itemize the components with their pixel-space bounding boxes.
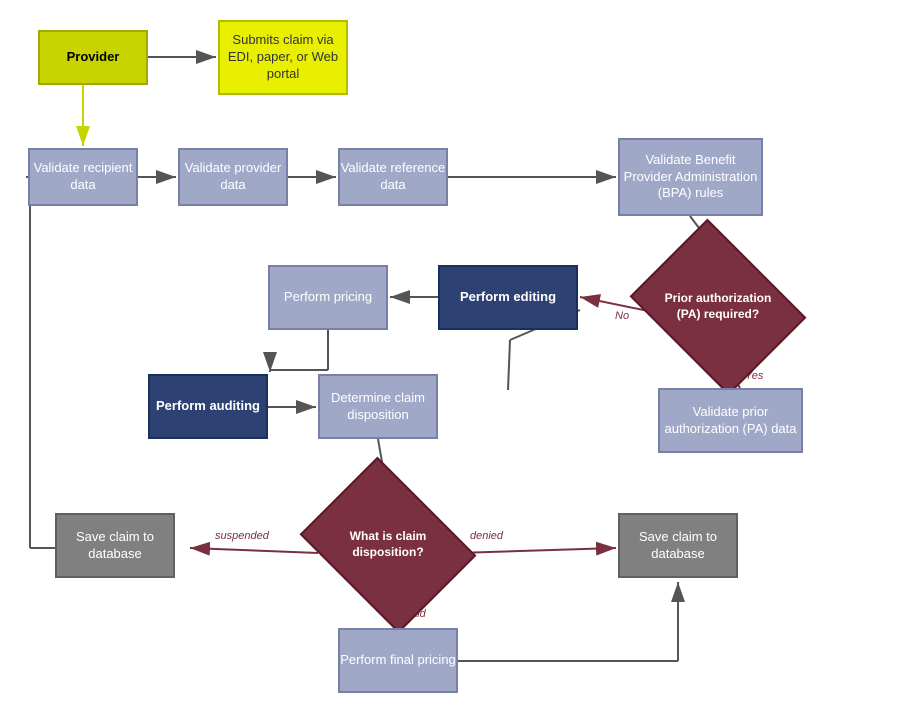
perform-editing-node: Perform editing	[438, 265, 578, 330]
validate-recipient-label: Validate recipient data	[30, 160, 136, 194]
save-suspended-label: Save claim to database	[57, 529, 173, 563]
validate-reference-node: Validate reference data	[338, 148, 448, 206]
perform-auditing-label: Perform auditing	[156, 398, 260, 415]
perform-pricing-node: Perform pricing	[268, 265, 388, 330]
validate-pa-label: Validate prior authorization (PA) data	[660, 404, 801, 438]
validate-provider-node: Validate provider data	[178, 148, 288, 206]
validate-recipient-node: Validate recipient data	[28, 148, 138, 206]
flowchart-diagram: No Yes suspended denied paid Provider Su…	[0, 0, 898, 724]
perform-editing-label: Perform editing	[460, 289, 556, 306]
prior-auth-label: Prior authorization (PA) required?	[648, 287, 788, 326]
perform-pricing-label: Perform pricing	[284, 289, 372, 306]
validate-provider-label: Validate provider data	[180, 160, 286, 194]
save-denied-node: Save claim to database	[618, 513, 738, 578]
validate-pa-node: Validate prior authorization (PA) data	[658, 388, 803, 453]
submits-claim-node: Submits claim via EDI, paper, or Web por…	[218, 20, 348, 95]
label-denied: denied	[470, 530, 503, 542]
perform-final-pricing-node: Perform final pricing	[338, 628, 458, 693]
label-suspended: suspended	[215, 530, 269, 542]
validate-bpa-label: Validate Benefit Provider Administration…	[620, 152, 761, 203]
determine-disposition-node: Determine claim disposition	[318, 374, 438, 439]
label-no: No	[615, 310, 629, 322]
determine-disposition-label: Determine claim disposition	[320, 390, 436, 424]
save-denied-label: Save claim to database	[620, 529, 736, 563]
save-suspended-node: Save claim to database	[55, 513, 175, 578]
provider-node: Provider	[38, 30, 148, 85]
perform-final-pricing-label: Perform final pricing	[340, 652, 456, 669]
perform-auditing-node: Perform auditing	[148, 374, 268, 439]
prior-auth-diamond: Prior authorization (PA) required?	[648, 252, 788, 362]
submits-label: Submits claim via EDI, paper, or Web por…	[220, 32, 346, 83]
validate-reference-label: Validate reference data	[340, 160, 446, 194]
provider-label: Provider	[67, 49, 120, 66]
claim-disposition-diamond: What is claim disposition?	[318, 490, 458, 600]
arrows-layer	[0, 0, 898, 724]
validate-bpa-node: Validate Benefit Provider Administration…	[618, 138, 763, 216]
claim-disposition-label: What is claim disposition?	[318, 525, 458, 564]
